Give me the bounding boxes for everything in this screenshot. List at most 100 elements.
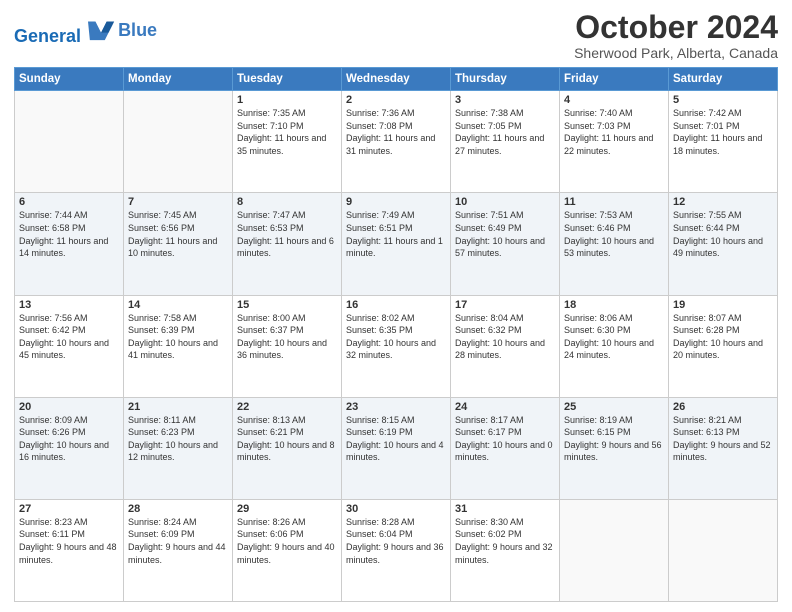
logo: General Blue <box>14 14 157 47</box>
calendar-cell <box>15 91 124 193</box>
calendar-header-row: Sunday Monday Tuesday Wednesday Thursday… <box>15 68 778 91</box>
calendar-cell: 4Sunrise: 7:40 AM Sunset: 7:03 PM Daylig… <box>560 91 669 193</box>
day-info: Sunrise: 7:45 AM Sunset: 6:56 PM Dayligh… <box>128 209 228 259</box>
calendar-cell: 28Sunrise: 8:24 AM Sunset: 6:09 PM Dayli… <box>124 499 233 601</box>
calendar-cell: 10Sunrise: 7:51 AM Sunset: 6:49 PM Dayli… <box>451 193 560 295</box>
calendar-cell: 14Sunrise: 7:58 AM Sunset: 6:39 PM Dayli… <box>124 295 233 397</box>
calendar-subtitle: Sherwood Park, Alberta, Canada <box>574 45 778 61</box>
day-info: Sunrise: 8:04 AM Sunset: 6:32 PM Dayligh… <box>455 312 555 362</box>
day-number: 30 <box>346 503 446 515</box>
calendar-cell: 1Sunrise: 7:35 AM Sunset: 7:10 PM Daylig… <box>233 91 342 193</box>
col-saturday: Saturday <box>669 68 778 91</box>
day-number: 15 <box>237 299 337 311</box>
day-number: 3 <box>455 94 555 106</box>
day-info: Sunrise: 7:49 AM Sunset: 6:51 PM Dayligh… <box>346 209 446 259</box>
col-friday: Friday <box>560 68 669 91</box>
day-info: Sunrise: 8:30 AM Sunset: 6:02 PM Dayligh… <box>455 516 555 566</box>
day-info: Sunrise: 8:28 AM Sunset: 6:04 PM Dayligh… <box>346 516 446 566</box>
calendar-cell: 30Sunrise: 8:28 AM Sunset: 6:04 PM Dayli… <box>342 499 451 601</box>
calendar-cell: 5Sunrise: 7:42 AM Sunset: 7:01 PM Daylig… <box>669 91 778 193</box>
calendar-cell <box>560 499 669 601</box>
day-number: 10 <box>455 196 555 208</box>
calendar-cell: 25Sunrise: 8:19 AM Sunset: 6:15 PM Dayli… <box>560 397 669 499</box>
day-info: Sunrise: 8:00 AM Sunset: 6:37 PM Dayligh… <box>237 312 337 362</box>
day-number: 20 <box>19 401 119 413</box>
calendar-cell: 12Sunrise: 7:55 AM Sunset: 6:44 PM Dayli… <box>669 193 778 295</box>
day-number: 23 <box>346 401 446 413</box>
day-number: 19 <box>673 299 773 311</box>
day-info: Sunrise: 7:51 AM Sunset: 6:49 PM Dayligh… <box>455 209 555 259</box>
day-info: Sunrise: 8:23 AM Sunset: 6:11 PM Dayligh… <box>19 516 119 566</box>
day-number: 24 <box>455 401 555 413</box>
day-number: 1 <box>237 94 337 106</box>
day-info: Sunrise: 7:44 AM Sunset: 6:58 PM Dayligh… <box>19 209 119 259</box>
day-number: 4 <box>564 94 664 106</box>
day-number: 25 <box>564 401 664 413</box>
day-number: 26 <box>673 401 773 413</box>
day-number: 9 <box>346 196 446 208</box>
calendar-week-row: 13Sunrise: 7:56 AM Sunset: 6:42 PM Dayli… <box>15 295 778 397</box>
day-number: 27 <box>19 503 119 515</box>
day-info: Sunrise: 7:38 AM Sunset: 7:05 PM Dayligh… <box>455 107 555 157</box>
day-number: 13 <box>19 299 119 311</box>
calendar-cell <box>669 499 778 601</box>
col-monday: Monday <box>124 68 233 91</box>
calendar-week-row: 1Sunrise: 7:35 AM Sunset: 7:10 PM Daylig… <box>15 91 778 193</box>
calendar-cell: 15Sunrise: 8:00 AM Sunset: 6:37 PM Dayli… <box>233 295 342 397</box>
col-sunday: Sunday <box>15 68 124 91</box>
calendar-cell: 11Sunrise: 7:53 AM Sunset: 6:46 PM Dayli… <box>560 193 669 295</box>
day-number: 29 <box>237 503 337 515</box>
day-info: Sunrise: 7:40 AM Sunset: 7:03 PM Dayligh… <box>564 107 664 157</box>
calendar-week-row: 27Sunrise: 8:23 AM Sunset: 6:11 PM Dayli… <box>15 499 778 601</box>
logo-text: General <box>14 14 116 47</box>
day-number: 18 <box>564 299 664 311</box>
calendar-page: General Blue October 2024 Sherwood Park,… <box>0 0 792 612</box>
day-info: Sunrise: 7:42 AM Sunset: 7:01 PM Dayligh… <box>673 107 773 157</box>
day-info: Sunrise: 8:02 AM Sunset: 6:35 PM Dayligh… <box>346 312 446 362</box>
calendar-cell: 13Sunrise: 7:56 AM Sunset: 6:42 PM Dayli… <box>15 295 124 397</box>
calendar-week-row: 6Sunrise: 7:44 AM Sunset: 6:58 PM Daylig… <box>15 193 778 295</box>
calendar-cell: 3Sunrise: 7:38 AM Sunset: 7:05 PM Daylig… <box>451 91 560 193</box>
day-info: Sunrise: 8:13 AM Sunset: 6:21 PM Dayligh… <box>237 414 337 464</box>
calendar-cell: 6Sunrise: 7:44 AM Sunset: 6:58 PM Daylig… <box>15 193 124 295</box>
day-number: 5 <box>673 94 773 106</box>
calendar-week-row: 20Sunrise: 8:09 AM Sunset: 6:26 PM Dayli… <box>15 397 778 499</box>
calendar-cell: 23Sunrise: 8:15 AM Sunset: 6:19 PM Dayli… <box>342 397 451 499</box>
day-number: 8 <box>237 196 337 208</box>
calendar-cell: 16Sunrise: 8:02 AM Sunset: 6:35 PM Dayli… <box>342 295 451 397</box>
day-info: Sunrise: 8:24 AM Sunset: 6:09 PM Dayligh… <box>128 516 228 566</box>
calendar-title: October 2024 <box>574 10 778 45</box>
calendar-cell: 19Sunrise: 8:07 AM Sunset: 6:28 PM Dayli… <box>669 295 778 397</box>
calendar-cell: 8Sunrise: 7:47 AM Sunset: 6:53 PM Daylig… <box>233 193 342 295</box>
day-number: 14 <box>128 299 228 311</box>
calendar-cell: 31Sunrise: 8:30 AM Sunset: 6:02 PM Dayli… <box>451 499 560 601</box>
day-info: Sunrise: 7:53 AM Sunset: 6:46 PM Dayligh… <box>564 209 664 259</box>
header: General Blue October 2024 Sherwood Park,… <box>14 10 778 61</box>
calendar-cell <box>124 91 233 193</box>
calendar-cell: 18Sunrise: 8:06 AM Sunset: 6:30 PM Dayli… <box>560 295 669 397</box>
title-block: October 2024 Sherwood Park, Alberta, Can… <box>574 10 778 61</box>
day-info: Sunrise: 8:26 AM Sunset: 6:06 PM Dayligh… <box>237 516 337 566</box>
day-number: 31 <box>455 503 555 515</box>
day-info: Sunrise: 8:21 AM Sunset: 6:13 PM Dayligh… <box>673 414 773 464</box>
day-info: Sunrise: 7:58 AM Sunset: 6:39 PM Dayligh… <box>128 312 228 362</box>
col-tuesday: Tuesday <box>233 68 342 91</box>
logo-general: General <box>14 26 81 46</box>
day-number: 22 <box>237 401 337 413</box>
day-number: 11 <box>564 196 664 208</box>
logo-icon <box>88 14 116 42</box>
day-info: Sunrise: 7:56 AM Sunset: 6:42 PM Dayligh… <box>19 312 119 362</box>
day-number: 16 <box>346 299 446 311</box>
day-number: 17 <box>455 299 555 311</box>
calendar-table: Sunday Monday Tuesday Wednesday Thursday… <box>14 67 778 602</box>
day-info: Sunrise: 7:47 AM Sunset: 6:53 PM Dayligh… <box>237 209 337 259</box>
day-number: 28 <box>128 503 228 515</box>
logo-blue: Blue <box>118 21 157 41</box>
day-info: Sunrise: 7:36 AM Sunset: 7:08 PM Dayligh… <box>346 107 446 157</box>
day-info: Sunrise: 8:06 AM Sunset: 6:30 PM Dayligh… <box>564 312 664 362</box>
calendar-cell: 22Sunrise: 8:13 AM Sunset: 6:21 PM Dayli… <box>233 397 342 499</box>
calendar-cell: 26Sunrise: 8:21 AM Sunset: 6:13 PM Dayli… <box>669 397 778 499</box>
calendar-cell: 2Sunrise: 7:36 AM Sunset: 7:08 PM Daylig… <box>342 91 451 193</box>
day-number: 6 <box>19 196 119 208</box>
col-wednesday: Wednesday <box>342 68 451 91</box>
